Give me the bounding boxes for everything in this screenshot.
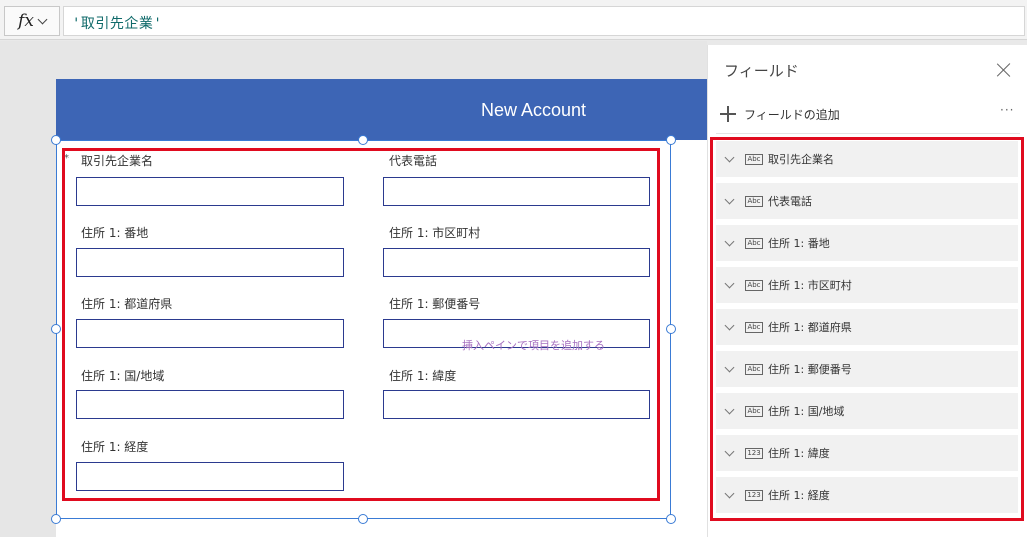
chevron-down-icon [724, 152, 735, 162]
insert-pane-hint: 挿入ペインで項目を追加する [462, 339, 605, 352]
pane-field-latitude[interactable]: 123 住所 1: 緯度 [716, 435, 1018, 471]
pane-field-longitude[interactable]: 123 住所 1: 経度 [716, 477, 1018, 513]
field-label-account-name: 取引先企業名 [81, 154, 154, 168]
chevron-down-icon [724, 488, 735, 498]
formula-input[interactable]: '取引先企業' [63, 6, 1025, 36]
pane-field-street[interactable]: Abc 住所 1: 番地 [716, 225, 1018, 261]
add-field-button[interactable]: フィールドの追加 [720, 103, 840, 125]
pane-field-label: 取引先企業名 [768, 153, 834, 166]
field-label-state: 住所 1: 都道府県 [81, 297, 173, 311]
text-type-icon: Abc [745, 405, 763, 417]
text-type-icon: Abc [745, 153, 763, 165]
pane-field-state[interactable]: Abc 住所 1: 都道府県 [716, 309, 1018, 345]
plus-icon [720, 106, 736, 122]
pane-field-label: 住所 1: 郵便番号 [768, 363, 852, 376]
chevron-down-icon [724, 320, 735, 330]
pane-field-label: 住所 1: 緯度 [768, 447, 830, 460]
number-type-icon: 123 [745, 447, 763, 459]
pane-field-label: 住所 1: 都道府県 [768, 321, 852, 334]
resize-handle-left[interactable] [51, 324, 61, 334]
account-name-input[interactable] [76, 177, 344, 206]
field-label-longitude: 住所 1: 経度 [81, 440, 149, 454]
chevron-down-icon [37, 14, 48, 24]
pane-field-label: 住所 1: 番地 [768, 237, 830, 250]
chevron-down-icon [724, 278, 735, 288]
pane-field-label: 住所 1: 経度 [768, 489, 830, 502]
latitude-input[interactable] [383, 390, 650, 419]
resize-handle-bottom[interactable] [358, 514, 368, 524]
chevron-down-icon [724, 404, 735, 414]
resize-handle-top-left[interactable] [51, 135, 61, 145]
pane-field-account-name[interactable]: Abc 取引先企業名 [716, 141, 1018, 177]
pane-field-label: 住所 1: 市区町村 [768, 279, 852, 292]
pane-field-postal-code[interactable]: Abc 住所 1: 郵便番号 [716, 351, 1018, 387]
chevron-down-icon [724, 446, 735, 456]
formula-bar: fx '取引先企業' [0, 0, 1027, 40]
city-input[interactable] [383, 248, 650, 277]
chevron-down-icon [724, 194, 735, 204]
chevron-down-icon [724, 362, 735, 372]
field-label-latitude: 住所 1: 緯度 [389, 369, 457, 383]
field-label-main-phone: 代表電話 [389, 154, 438, 168]
street-input[interactable] [76, 248, 344, 277]
pane-field-main-phone[interactable]: Abc 代表電話 [716, 183, 1018, 219]
text-type-icon: Abc [745, 237, 763, 249]
resize-handle-right[interactable] [666, 324, 676, 334]
text-type-icon: Abc [745, 279, 763, 291]
pane-field-label: 代表電話 [768, 195, 812, 208]
text-type-icon: Abc [745, 195, 763, 207]
pane-field-label: 住所 1: 国/地域 [768, 405, 845, 418]
field-label-city: 住所 1: 市区町村 [389, 226, 481, 240]
country-input[interactable] [76, 390, 344, 419]
add-field-label: フィールドの追加 [744, 107, 840, 122]
state-input[interactable] [76, 319, 344, 348]
close-icon[interactable] [995, 61, 1013, 79]
pane-field-country[interactable]: Abc 住所 1: 国/地域 [716, 393, 1018, 429]
resize-handle-bottom-left[interactable] [51, 514, 61, 524]
resize-handle-top-right[interactable] [666, 135, 676, 145]
text-type-icon: Abc [745, 363, 763, 375]
more-options-icon[interactable]: ··· [1000, 103, 1014, 117]
pane-title: フィールド [724, 62, 799, 80]
resize-handle-bottom-right[interactable] [666, 514, 676, 524]
field-label-country: 住所 1: 国/地域 [81, 369, 165, 383]
resize-handle-top[interactable] [358, 135, 368, 145]
text-type-icon: Abc [745, 321, 763, 333]
longitude-input[interactable] [76, 462, 344, 491]
field-label-street: 住所 1: 番地 [81, 226, 149, 240]
pane-divider [716, 133, 1020, 134]
fx-icon: fx [18, 11, 34, 31]
required-marker: * [64, 153, 69, 164]
pane-field-city[interactable]: Abc 住所 1: 市区町村 [716, 267, 1018, 303]
number-type-icon: 123 [745, 489, 763, 501]
fx-button[interactable]: fx [4, 6, 60, 36]
chevron-down-icon [724, 236, 735, 246]
main-phone-input[interactable] [383, 177, 650, 206]
field-label-postal-code: 住所 1: 郵便番号 [389, 297, 481, 311]
